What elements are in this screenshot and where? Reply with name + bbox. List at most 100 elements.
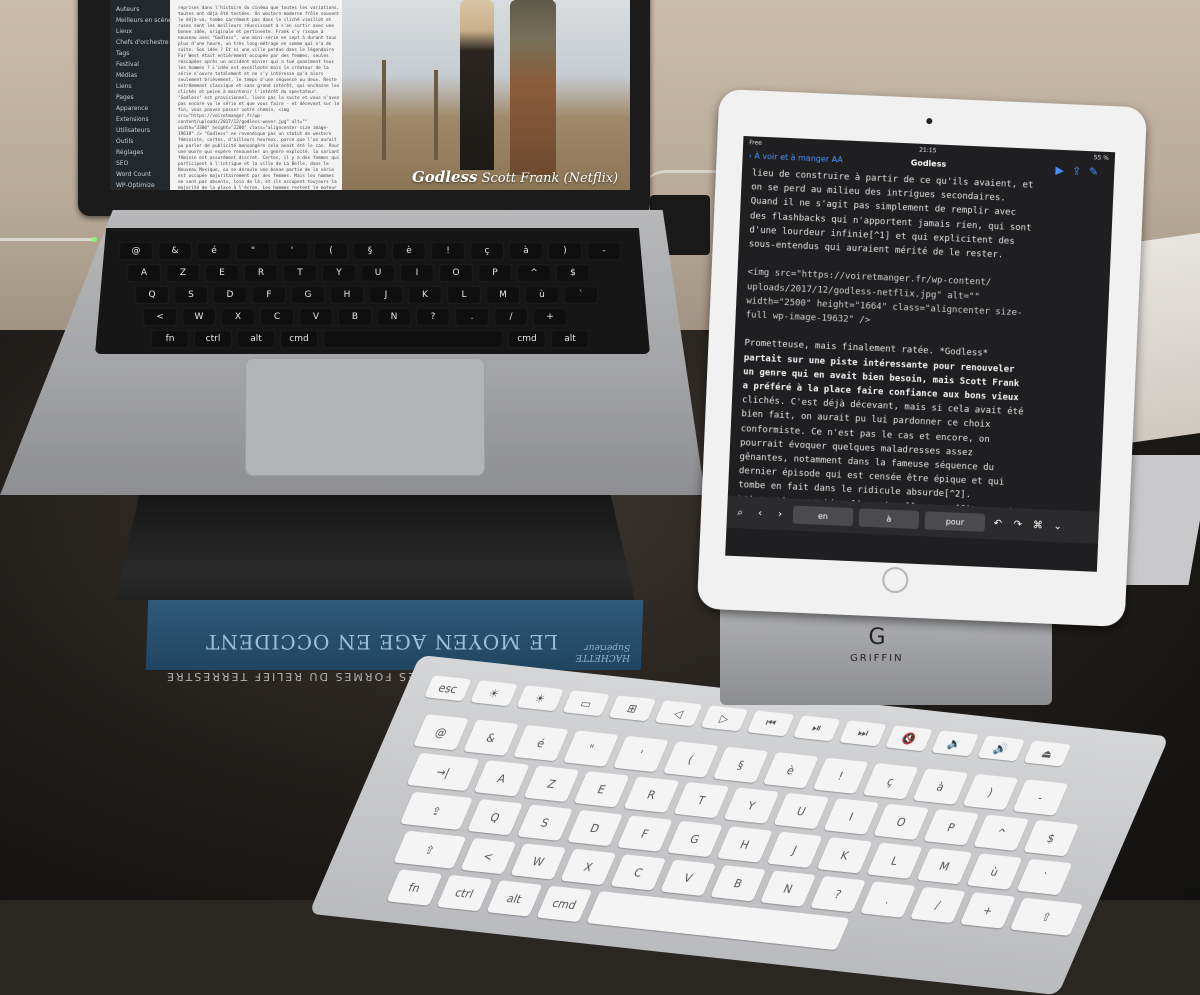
keyboard-key[interactable]: R: [623, 776, 680, 813]
keyboard-key[interactable]: ': [612, 735, 669, 773]
laptop-key[interactable]: ": [236, 242, 270, 260]
keyboard-key[interactable]: @: [413, 714, 470, 751]
laptop-key[interactable]: <: [143, 308, 177, 326]
keyboard-key[interactable]: `: [1016, 858, 1073, 896]
wp-sidebar-item[interactable]: Médias: [116, 70, 170, 81]
keyboard-key[interactable]: I: [823, 798, 880, 835]
laptop-key[interactable]: ctrl: [194, 330, 232, 348]
laptop-key[interactable]: Y: [322, 264, 356, 282]
wp-sidebar-item[interactable]: Extensions: [116, 114, 170, 125]
laptop-key[interactable]: X: [221, 308, 255, 326]
left-arrow-icon[interactable]: ‹: [753, 507, 767, 519]
keyboard-key[interactable]: ⊞: [608, 695, 657, 722]
keyboard-key[interactable]: ^: [973, 814, 1030, 851]
laptop-key[interactable]: I: [400, 264, 434, 282]
laptop-key[interactable]: L: [447, 286, 481, 304]
laptop-key[interactable]: V: [299, 308, 333, 326]
keyboard-key[interactable]: 🔊: [977, 735, 1026, 762]
laptop-key[interactable]: `: [564, 286, 598, 304]
laptop-key[interactable]: S: [174, 286, 208, 304]
keyboard-key[interactable]: ù: [966, 853, 1023, 890]
wp-sidebar-item[interactable]: Pages: [116, 92, 170, 103]
laptop-key[interactable]: cmd: [508, 330, 546, 348]
keyboard-key[interactable]: V: [660, 859, 717, 897]
laptop-key[interactable]: R: [244, 264, 278, 282]
keyboard-key[interactable]: ⇧: [1009, 897, 1084, 936]
keyboard-key[interactable]: +: [959, 892, 1016, 929]
laptop-key[interactable]: E: [205, 264, 239, 282]
redo-icon[interactable]: ↷: [1011, 519, 1025, 531]
keyboard-key[interactable]: §: [712, 746, 769, 784]
keyboard-key[interactable]: T: [673, 781, 730, 819]
keyboard-key[interactable]: G: [666, 820, 723, 858]
keyboard-key[interactable]: ): [962, 773, 1019, 811]
keyboard-key[interactable]: ⏏: [1023, 740, 1072, 767]
laptop-key[interactable]: /: [494, 308, 528, 326]
keyboard-key[interactable]: ▷: [700, 705, 749, 732]
wp-sidebar-item[interactable]: SEO: [116, 158, 170, 169]
keyboard-key[interactable]: (: [662, 741, 719, 778]
home-button[interactable]: [881, 566, 909, 594]
wp-sidebar-item[interactable]: Utilisateurs: [116, 125, 170, 136]
keyboard-key[interactable]: J: [766, 831, 823, 869]
dismiss-keyboard-icon[interactable]: ⌄: [1051, 520, 1065, 532]
laptop-key[interactable]: -: [587, 242, 621, 260]
keyboard-key[interactable]: <: [460, 837, 517, 875]
keyboard-key[interactable]: S: [516, 804, 573, 841]
laptop-key[interactable]: é: [197, 242, 231, 260]
wordpress-editor-text[interactable]: reprises dans l'histoire du cinéma que t…: [174, 0, 344, 190]
undo-icon[interactable]: ↶: [991, 518, 1005, 530]
search-icon[interactable]: ⌕: [733, 506, 747, 518]
laptop-key[interactable]: .: [455, 308, 489, 326]
keyboard-key[interactable]: ç: [862, 762, 919, 800]
keyboard-key[interactable]: !: [812, 757, 869, 794]
laptop-key[interactable]: ': [275, 242, 309, 260]
keyboard-key[interactable]: F: [616, 815, 673, 852]
laptop-key[interactable]: J: [369, 286, 403, 304]
laptop-key[interactable]: +: [533, 308, 567, 326]
keyboard-key[interactable]: A: [473, 760, 530, 797]
keyboard-key[interactable]: ⇧: [393, 830, 467, 869]
keyboard-key[interactable]: Y: [723, 787, 780, 824]
wp-sidebar-item[interactable]: Outils: [116, 136, 170, 147]
suggestion-en[interactable]: en: [792, 505, 854, 527]
keyboard-key[interactable]: ⇪: [399, 791, 474, 831]
laptop-key[interactable]: ù: [525, 286, 559, 304]
wp-sidebar-item[interactable]: WP-Optimize: [116, 180, 170, 190]
keyboard-key[interactable]: O: [873, 803, 930, 841]
laptop-key[interactable]: ç: [470, 242, 504, 260]
keyboard-key[interactable]: /: [909, 886, 966, 924]
laptop-key[interactable]: H: [330, 286, 364, 304]
keyboard-key[interactable]: E: [573, 771, 630, 808]
keyboard-key[interactable]: ctrl: [436, 874, 493, 912]
compose-icon[interactable]: ✎: [1089, 165, 1107, 179]
markdown-editor[interactable]: lieu de construire à partir de ce qu'ils…: [738, 166, 1107, 511]
wp-sidebar-item[interactable]: Festival: [116, 59, 170, 70]
keyboard-key[interactable]: ": [562, 730, 619, 767]
laptop-key[interactable]: P: [478, 264, 512, 282]
keyboard-key[interactable]: ☀: [470, 680, 518, 707]
laptop-key[interactable]: à: [509, 242, 543, 260]
keyboard-key[interactable]: L: [866, 842, 923, 879]
laptop-key[interactable]: W: [182, 308, 216, 326]
laptop-key[interactable]: ^: [517, 264, 551, 282]
trackpad[interactable]: [245, 358, 485, 476]
laptop-key[interactable]: alt: [551, 330, 589, 348]
keyboard-key[interactable]: alt: [486, 880, 543, 917]
laptop-key[interactable]: ?: [416, 308, 450, 326]
laptop-key[interactable]: C: [260, 308, 294, 326]
share-icon[interactable]: ⇪: [1072, 164, 1090, 178]
keyboard-key[interactable]: -: [1012, 779, 1069, 816]
wp-sidebar-item[interactable]: Word Count: [116, 169, 170, 180]
keyboard-key[interactable]: é: [513, 724, 569, 762]
keyboard-key[interactable]: ⏮: [746, 710, 795, 737]
laptop-key[interactable]: O: [439, 264, 473, 282]
suggestion-pour[interactable]: pour: [924, 511, 986, 532]
keyboard-key[interactable]: →|: [406, 752, 480, 792]
keyboard-key[interactable]: W: [510, 843, 567, 880]
keyboard-key[interactable]: K: [816, 837, 873, 874]
laptop-key[interactable]: U: [361, 264, 395, 282]
laptop-key[interactable]: [323, 330, 503, 348]
wp-sidebar-item[interactable]: Tags: [116, 48, 170, 59]
right-arrow-icon[interactable]: ›: [773, 508, 787, 520]
